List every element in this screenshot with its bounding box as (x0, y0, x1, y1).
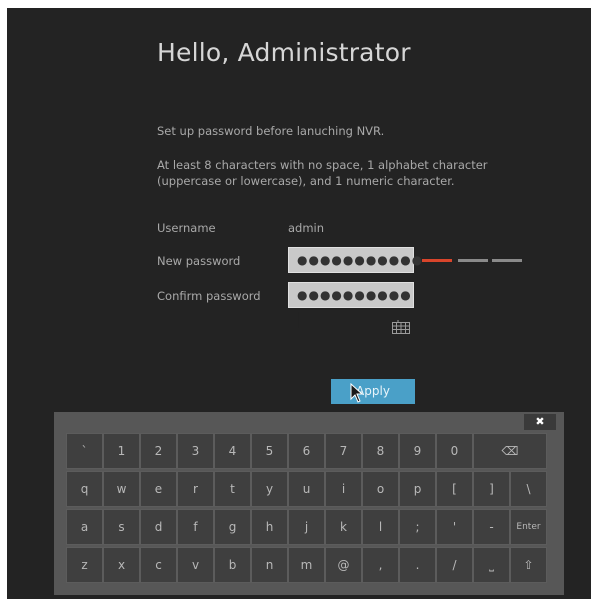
key-row3-1[interactable]: s (103, 509, 140, 545)
key-row1-2[interactable]: 2 (140, 433, 177, 469)
key-row3-4[interactable]: g (214, 509, 251, 545)
key-row2-5[interactable]: y (251, 471, 288, 507)
confirm-password-field[interactable]: ●●●●●●●●●● (288, 282, 414, 328)
key-row2-11[interactable]: ] (473, 471, 510, 507)
keyboard-row-2: q w e r t y u i o p[] \ (66, 471, 547, 507)
on-screen-keyboard: ✖ ` 1 2 3 4 5 6 7 8 9 0 ⌫ q w e r t y u i o p[] \ a s d f g h j k l; '… (54, 412, 564, 595)
strength-bar-2 (458, 259, 488, 262)
space-key[interactable]: ⎵ (473, 547, 510, 583)
apply-button[interactable]: Apply (331, 379, 415, 404)
setup-screen: Hello, Administrator Set up password bef… (7, 8, 591, 599)
key-row3-0[interactable]: a (66, 509, 103, 545)
key-row2-7[interactable]: i (325, 471, 362, 507)
key-row3-10[interactable]: ' (436, 509, 473, 545)
key-row4-10[interactable]: / (436, 547, 473, 583)
key-row2-2[interactable]: e (140, 471, 177, 507)
key-row3-11[interactable]: - (473, 509, 510, 545)
key-row4-7[interactable]: @ (325, 547, 362, 583)
keyboard-close-button[interactable]: ✖ (524, 414, 556, 430)
key-row3-8[interactable]: l (362, 509, 399, 545)
key-row3-6[interactable]: j (288, 509, 325, 545)
strength-bar-1 (422, 259, 452, 262)
key-row4-0[interactable]: z (66, 547, 103, 583)
confirm-password-label: Confirm password (157, 289, 261, 303)
key-row1-8[interactable]: 8 (362, 433, 399, 469)
page-title: Hello, Administrator (157, 38, 411, 67)
username-label: Username (157, 221, 216, 235)
key-row3-7[interactable]: k (325, 509, 362, 545)
key-row1-6[interactable]: 6 (288, 433, 325, 469)
password-rule-text-continued: (uppercase or lowercase), and 1 numeric … (157, 174, 455, 188)
keyboard-row-1: ` 1 2 3 4 5 6 7 8 9 0 ⌫ (66, 433, 547, 469)
key-row1-5[interactable]: 5 (251, 433, 288, 469)
key-row4-5[interactable]: n (251, 547, 288, 583)
confirm-password-value: ●●●●●●●●●● (297, 288, 412, 302)
key-row2-1[interactable]: w (103, 471, 140, 507)
key-row4-9[interactable]: . (399, 547, 436, 583)
key-row2-4[interactable]: t (214, 471, 251, 507)
key-row4-1[interactable]: x (103, 547, 140, 583)
mouse-pointer-icon (350, 383, 364, 403)
new-password-field[interactable]: ●●●●●●●●●●● (288, 247, 422, 273)
key-row3-9[interactable]: ; (399, 509, 436, 545)
key-row2-3[interactable]: r (177, 471, 214, 507)
key-row4-2[interactable]: c (140, 547, 177, 583)
instruction-text: Set up password before lanuching NVR. (157, 124, 385, 138)
shift-key[interactable]: ⇧ (510, 547, 547, 583)
new-password-label: New password (157, 254, 241, 268)
backspace-key[interactable]: ⌫ (473, 433, 547, 469)
enter-key[interactable]: Enter (510, 509, 547, 545)
key-row4-3[interactable]: v (177, 547, 214, 583)
key-row4-6[interactable]: m (288, 547, 325, 583)
key-row2-0[interactable]: q (66, 471, 103, 507)
key-row4-8[interactable]: , (362, 547, 399, 583)
password-rule-text: At least 8 characters with no space, 1 a… (157, 158, 488, 172)
key-row1-7[interactable]: 7 (325, 433, 362, 469)
key-row1-0[interactable]: ` (66, 433, 103, 469)
text-caret (298, 311, 299, 328)
key-row1-10[interactable]: 0 (436, 433, 473, 469)
username-value: admin (288, 221, 325, 235)
key-row3-5[interactable]: h (251, 509, 288, 545)
key-row2-12[interactable]: \ (510, 471, 547, 507)
key-row2-9[interactable]: p (399, 471, 436, 507)
new-password-value: ●●●●●●●●●●● (297, 253, 424, 267)
key-row2-10[interactable]: [ (436, 471, 473, 507)
keyboard-row-3: a s d f g h j k l; ' - Enter (66, 509, 547, 545)
key-row3-3[interactable]: f (177, 509, 214, 545)
key-row1-1[interactable]: 1 (103, 433, 140, 469)
key-row2-8[interactable]: o (362, 471, 399, 507)
key-row2-6[interactable]: u (288, 471, 325, 507)
key-row1-9[interactable]: 9 (399, 433, 436, 469)
key-row1-3[interactable]: 3 (177, 433, 214, 469)
strength-bar-3 (492, 259, 522, 262)
keyboard-icon[interactable] (392, 320, 410, 334)
keyboard-row-4: z x c v b n m @,. / ⎵ ⇧ (66, 547, 547, 583)
key-row3-2[interactable]: d (140, 509, 177, 545)
key-row1-4[interactable]: 4 (214, 433, 251, 469)
key-row4-4[interactable]: b (214, 547, 251, 583)
